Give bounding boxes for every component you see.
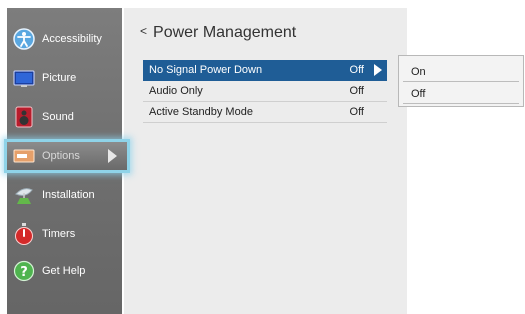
sidebar-item-label: Installation (42, 189, 95, 201)
satellite-dish-icon (13, 184, 35, 206)
sidebar-item-get-help[interactable]: ? Get Help (7, 254, 122, 288)
speaker-icon (13, 106, 35, 128)
popup-divider (403, 103, 519, 104)
options-icon (13, 145, 35, 167)
menu-row-value: Off (349, 85, 364, 97)
menu-row-no-signal-power-down[interactable]: No Signal Power Down Off (143, 60, 387, 81)
accessibility-icon (13, 28, 35, 50)
menu-row-value: Off (349, 64, 364, 76)
page-title: < Power Management (140, 24, 296, 42)
popup-option-off[interactable]: Off (411, 88, 425, 100)
menu-row-active-standby-mode[interactable]: Active Standby Mode Off (143, 102, 387, 123)
value-popup: On Off (398, 55, 524, 107)
menu-row-label: Active Standby Mode (149, 106, 253, 118)
sidebar-item-label: Get Help (42, 265, 86, 277)
menu-row-value: Off (349, 106, 364, 118)
chevron-right-icon (108, 149, 117, 163)
sidebar-item-label: Picture (42, 72, 77, 84)
sidebar-item-label: Timers (42, 228, 76, 240)
sidebar-item-timers[interactable]: Timers (7, 217, 122, 251)
sidebar-item-sound[interactable]: Sound (7, 100, 122, 134)
chevron-right-icon (374, 64, 382, 76)
popup-divider (403, 81, 519, 82)
sidebar-item-picture[interactable]: Picture (7, 61, 122, 95)
page-title-text: Power Management (153, 24, 297, 41)
menu-row-label: Audio Only (149, 85, 203, 97)
picture-icon (13, 67, 35, 89)
sidebar-item-accessibility[interactable]: Accessibility (7, 22, 122, 56)
sidebar-item-label: Accessibility (42, 33, 102, 45)
sidebar-item-options[interactable]: Options (4, 139, 130, 173)
power-management-menu: No Signal Power Down Off Audio Only Off … (143, 60, 387, 123)
menu-row-audio-only[interactable]: Audio Only Off (143, 81, 387, 102)
timer-icon (13, 223, 35, 245)
back-icon[interactable]: < (140, 24, 147, 38)
popup-option-on[interactable]: On (411, 66, 426, 78)
sidebar-item-label: Options (42, 150, 80, 162)
sidebar-item-installation[interactable]: Installation (7, 178, 122, 212)
svg-text:?: ? (20, 265, 28, 280)
menu-row-label: No Signal Power Down (149, 64, 263, 76)
sidebar-item-label: Sound (42, 111, 74, 123)
help-icon: ? (13, 260, 35, 282)
